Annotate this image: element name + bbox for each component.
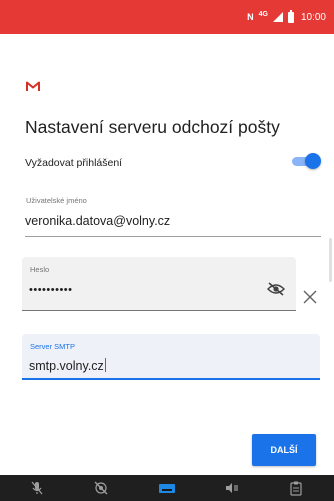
camera-off-icon[interactable] <box>93 480 109 496</box>
gmail-icon <box>26 79 40 97</box>
username-field[interactable]: veronika.datova@volny.cz <box>25 214 170 228</box>
smtp-field-container[interactable] <box>22 334 320 380</box>
nfc-icon: N <box>247 12 254 22</box>
smtp-field[interactable]: smtp.volny.cz <box>29 358 106 373</box>
visibility-off-icon[interactable] <box>266 282 286 296</box>
text-cursor <box>104 358 106 372</box>
scroll-indicator[interactable] <box>329 238 332 282</box>
clipboard-icon[interactable] <box>288 480 304 496</box>
toggle-thumb <box>305 153 321 169</box>
smtp-label: Server SMTP <box>30 342 76 351</box>
status-bar: N 4G 10:00 <box>0 0 334 34</box>
next-button[interactable]: DALŠÍ <box>252 434 316 466</box>
bottom-bar <box>0 475 334 501</box>
username-label: Uživatelské jméno <box>26 196 87 205</box>
keyboard-icon[interactable] <box>158 480 176 496</box>
require-login-toggle[interactable] <box>292 153 321 169</box>
network-type-label: 4G <box>258 10 268 18</box>
smtp-underline <box>22 378 320 380</box>
clock: 10:00 <box>300 11 326 23</box>
mic-off-icon[interactable] <box>29 480 45 496</box>
require-login-label: Vyžadovat přihlášení <box>25 157 123 169</box>
password-field[interactable]: •••••••••• <box>29 284 73 296</box>
page-title: Nastavení serveru odchozí pošty <box>25 117 280 137</box>
status-icons: N 4G 10:00 <box>247 9 326 25</box>
username-underline <box>25 236 321 237</box>
password-label: Heslo <box>30 265 50 274</box>
password-underline <box>22 310 296 311</box>
close-icon[interactable] <box>302 289 318 305</box>
signal-icon <box>272 12 283 22</box>
smtp-value: smtp.volny.cz <box>29 359 104 373</box>
battery-icon <box>287 9 294 23</box>
volume-icon[interactable] <box>224 480 240 496</box>
